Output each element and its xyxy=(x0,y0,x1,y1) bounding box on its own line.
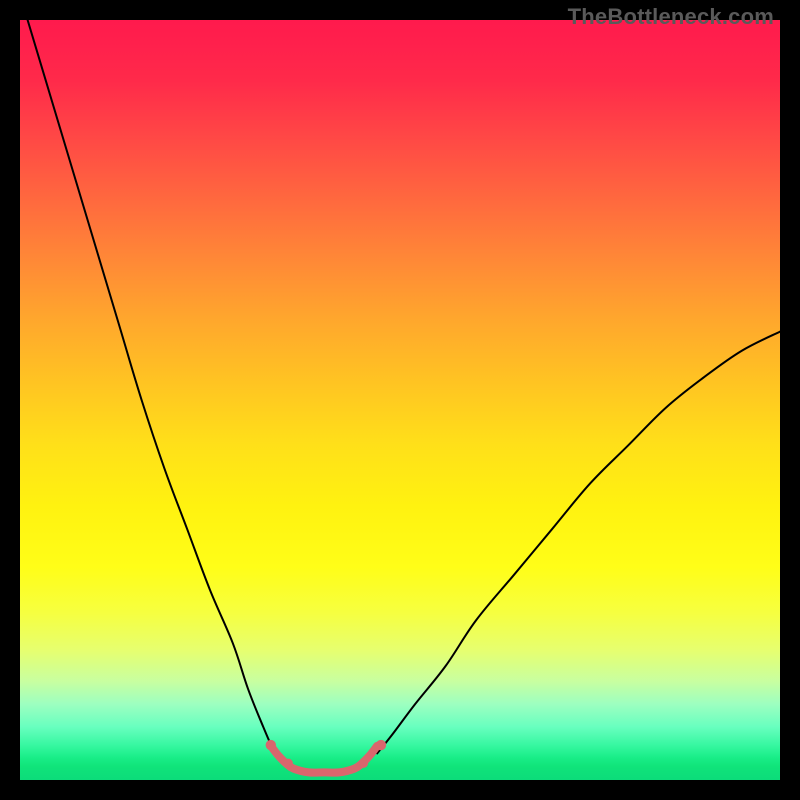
plot-area xyxy=(20,20,780,780)
marker-dot xyxy=(284,759,293,768)
marker-dot xyxy=(266,740,276,750)
series-group xyxy=(28,20,780,773)
series-left-branch xyxy=(28,20,275,753)
marker-dot xyxy=(376,740,386,750)
chart-frame: TheBottleneck.com xyxy=(0,0,800,800)
series-right-branch xyxy=(377,332,780,754)
marker-dot xyxy=(359,759,368,768)
curve-layer xyxy=(20,20,780,780)
watermark-text: TheBottleneck.com xyxy=(568,4,774,30)
